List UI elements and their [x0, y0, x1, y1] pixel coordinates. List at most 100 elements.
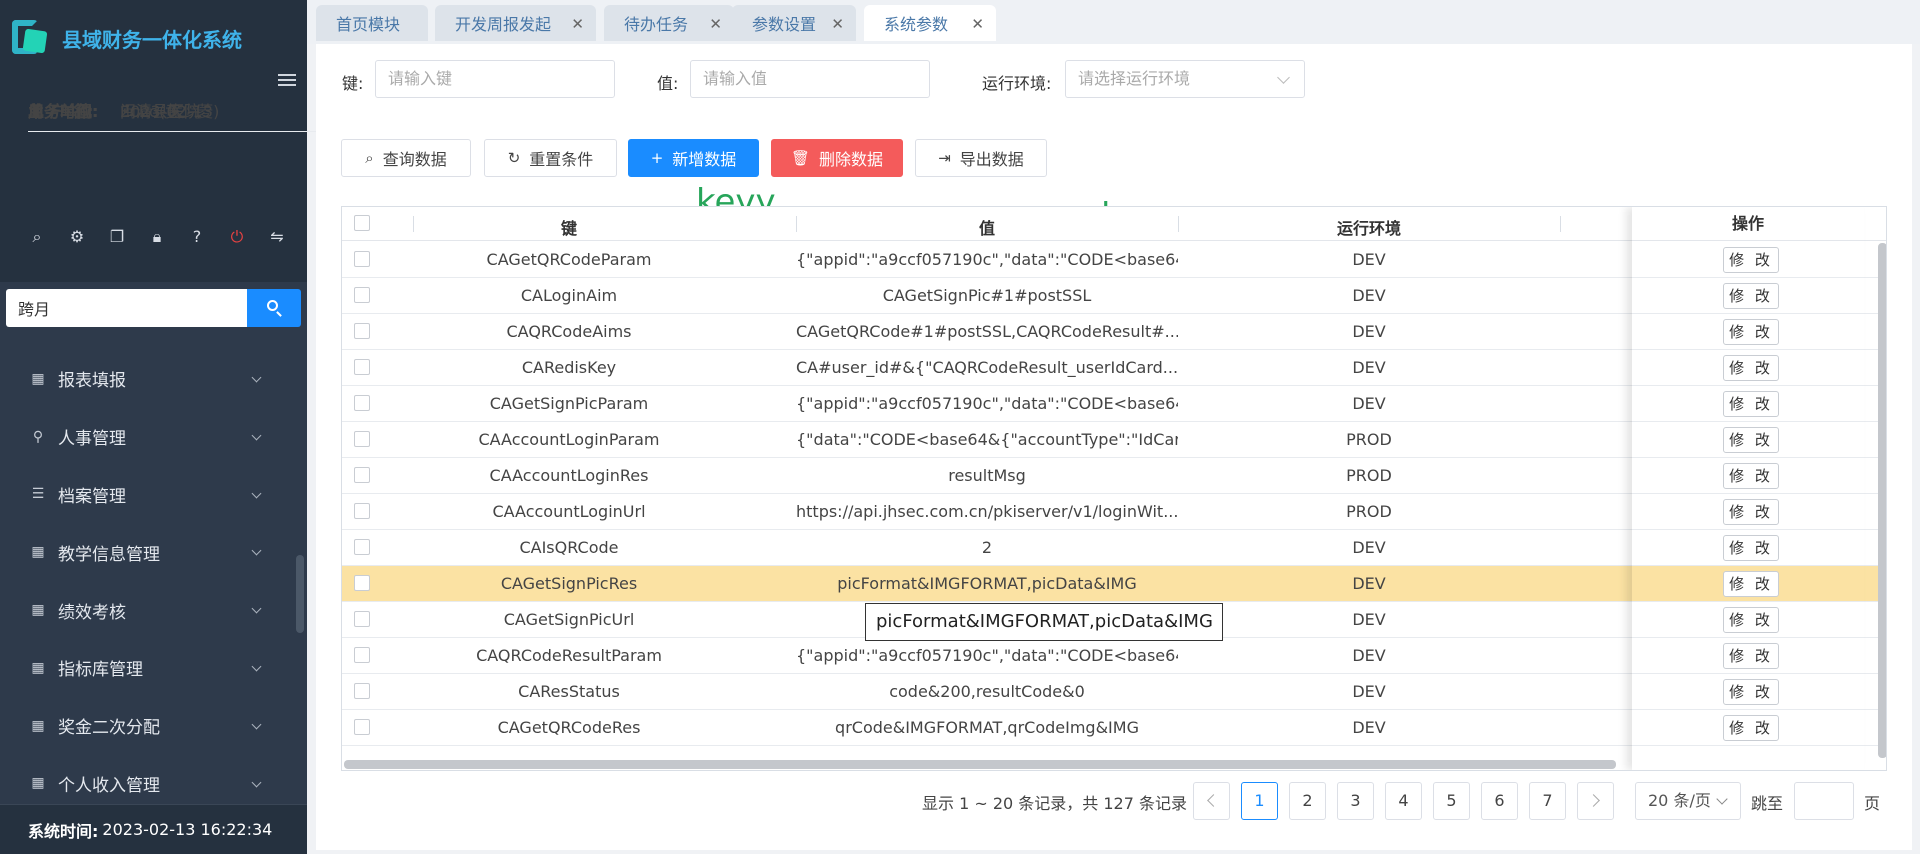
- sidebar-item-label: 奖金二次分配: [58, 718, 160, 739]
- row-checkbox[interactable]: [354, 359, 370, 375]
- table-vertical-scrollbar[interactable]: [1878, 243, 1886, 758]
- close-icon[interactable]: ✕: [709, 15, 722, 33]
- tab-system-params[interactable]: 系统参数 ✕: [864, 5, 996, 41]
- chevron-down-icon: [251, 545, 262, 556]
- env-filter-select[interactable]: 请选择运行环境: [1065, 60, 1305, 98]
- row-checkbox[interactable]: [354, 287, 370, 303]
- row-checkbox[interactable]: [354, 611, 370, 627]
- row-checkbox[interactable]: [354, 683, 370, 699]
- row-checkbox[interactable]: [354, 467, 370, 483]
- table-horizontal-scrollbar[interactable]: [344, 760, 1616, 769]
- edit-button[interactable]: 修 改: [1723, 319, 1779, 345]
- prev-page-button[interactable]: [1193, 782, 1230, 820]
- chevron-down-icon: [251, 372, 262, 383]
- row-value: {"appid":"a9ccf057190c","data":"CODE<bas…: [796, 394, 1178, 413]
- edit-button[interactable]: 修 改: [1723, 463, 1779, 489]
- edit-button[interactable]: 修 改: [1723, 643, 1779, 669]
- logo-icon: [10, 16, 50, 60]
- tab-params[interactable]: 参数设置 ✕: [732, 5, 856, 41]
- menu-collapse-icon[interactable]: [278, 74, 296, 88]
- jump-page-input[interactable]: [1794, 782, 1854, 820]
- switch-icon[interactable]: ⇋: [268, 228, 286, 246]
- page-button[interactable]: 3: [1337, 782, 1374, 820]
- edit-button[interactable]: 修 改: [1723, 427, 1779, 453]
- page-button[interactable]: 4: [1385, 782, 1422, 820]
- search-icon[interactable]: ⌕: [28, 228, 46, 246]
- gear-icon[interactable]: ⚙: [68, 228, 86, 246]
- operation-cell: 修 改: [1632, 422, 1864, 458]
- row-env: DEV: [1352, 538, 1386, 557]
- edit-button[interactable]: 修 改: [1723, 607, 1779, 633]
- user-icon: ⚲: [32, 428, 44, 445]
- edit-button[interactable]: 修 改: [1723, 535, 1779, 561]
- delete-button[interactable]: 🗑︎ 删除数据: [771, 139, 903, 177]
- tab-todo[interactable]: 待办任务 ✕: [604, 5, 734, 41]
- row-value: 2: [981, 538, 993, 557]
- row-value: https://api.jhsec.com.cn/pkiserver/v1/lo…: [796, 502, 1178, 521]
- row-checkbox[interactable]: [354, 503, 370, 519]
- edit-button[interactable]: 修 改: [1723, 499, 1779, 525]
- operation-cell: 修 改: [1632, 278, 1864, 314]
- select-all-checkbox[interactable]: [354, 215, 370, 231]
- sidebar-item-report[interactable]: ▦ 报表填报: [0, 350, 296, 408]
- page-button[interactable]: 2: [1289, 782, 1326, 820]
- reset-button-label: 重置条件: [529, 150, 594, 169]
- page-button[interactable]: 5: [1433, 782, 1470, 820]
- row-key: CAAccountLoginUrl: [492, 502, 646, 521]
- power-icon[interactable]: ⏻: [228, 228, 246, 246]
- row-key: CARedisKey: [521, 358, 617, 377]
- edit-button[interactable]: 修 改: [1723, 571, 1779, 597]
- row-checkbox[interactable]: [354, 647, 370, 663]
- add-button[interactable]: + 新增数据: [628, 139, 759, 177]
- edit-button[interactable]: 修 改: [1723, 283, 1779, 309]
- row-checkbox[interactable]: [354, 431, 370, 447]
- sidebar-scrollbar[interactable]: [296, 555, 304, 633]
- sidebar-item-indicators[interactable]: ▦ 指标库管理: [0, 639, 296, 697]
- column-header-value: 值: [978, 219, 995, 238]
- edit-button[interactable]: 修 改: [1723, 715, 1779, 741]
- sidebar-item-label: 指标库管理: [58, 660, 143, 681]
- close-icon[interactable]: ✕: [971, 15, 984, 33]
- page-button[interactable]: 7: [1529, 782, 1566, 820]
- export-button-label: 导出数据: [959, 150, 1024, 169]
- edit-button[interactable]: 修 改: [1723, 679, 1779, 705]
- sidebar-item-performance[interactable]: ▦ 绩效考核: [0, 581, 296, 639]
- close-icon[interactable]: ✕: [831, 15, 844, 33]
- page-size-select[interactable]: 20 条/页: [1635, 782, 1741, 820]
- row-checkbox[interactable]: [354, 575, 370, 591]
- edit-button[interactable]: 修 改: [1723, 355, 1779, 381]
- row-checkbox[interactable]: [354, 539, 370, 555]
- tab-home[interactable]: 首页模块: [316, 5, 428, 41]
- sidebar-item-bonus[interactable]: ▦ 奖金二次分配: [0, 697, 296, 755]
- menu-search-button[interactable]: [247, 289, 301, 327]
- export-button[interactable]: ⇥ 导出数据: [915, 139, 1047, 177]
- menu-search-input[interactable]: [6, 289, 247, 327]
- help-icon[interactable]: ?: [188, 228, 206, 246]
- window-icon[interactable]: ❐: [108, 228, 126, 246]
- grid-icon: ▦: [31, 370, 45, 387]
- edit-button[interactable]: 修 改: [1723, 391, 1779, 417]
- row-checkbox[interactable]: [354, 323, 370, 339]
- next-page-button[interactable]: [1577, 782, 1614, 820]
- query-button[interactable]: ⌕ 查询数据: [341, 139, 471, 177]
- sidebar-item-teaching[interactable]: ▦ 教学信息管理: [0, 523, 296, 581]
- row-env: PROD: [1346, 466, 1392, 485]
- key-filter-input[interactable]: 请输入键: [375, 60, 615, 98]
- reset-button[interactable]: ↻ 重置条件: [484, 139, 617, 177]
- page-button[interactable]: 6: [1481, 782, 1518, 820]
- sidebar-item-archive[interactable]: ☰ 档案管理: [0, 466, 296, 524]
- page-suffix-label: 页: [1864, 794, 1881, 813]
- page-button[interactable]: 1: [1241, 782, 1278, 820]
- system-time-value: 2023-02-13 16:22:34: [102, 820, 273, 839]
- value-filter-input[interactable]: 请输入值: [690, 60, 930, 98]
- chevron-down-icon: [251, 777, 262, 788]
- row-checkbox[interactable]: [354, 719, 370, 735]
- operation-cell: 修 改: [1632, 638, 1864, 674]
- row-checkbox[interactable]: [354, 395, 370, 411]
- sidebar-item-hr[interactable]: ⚲ 人事管理: [0, 408, 296, 466]
- row-checkbox[interactable]: [354, 251, 370, 267]
- tab-weekly-report[interactable]: 开发周报发起 ✕: [435, 5, 596, 41]
- close-icon[interactable]: ✕: [571, 15, 584, 33]
- edit-button[interactable]: 修 改: [1723, 247, 1779, 273]
- lock-icon[interactable]: 🔒︎: [148, 228, 166, 246]
